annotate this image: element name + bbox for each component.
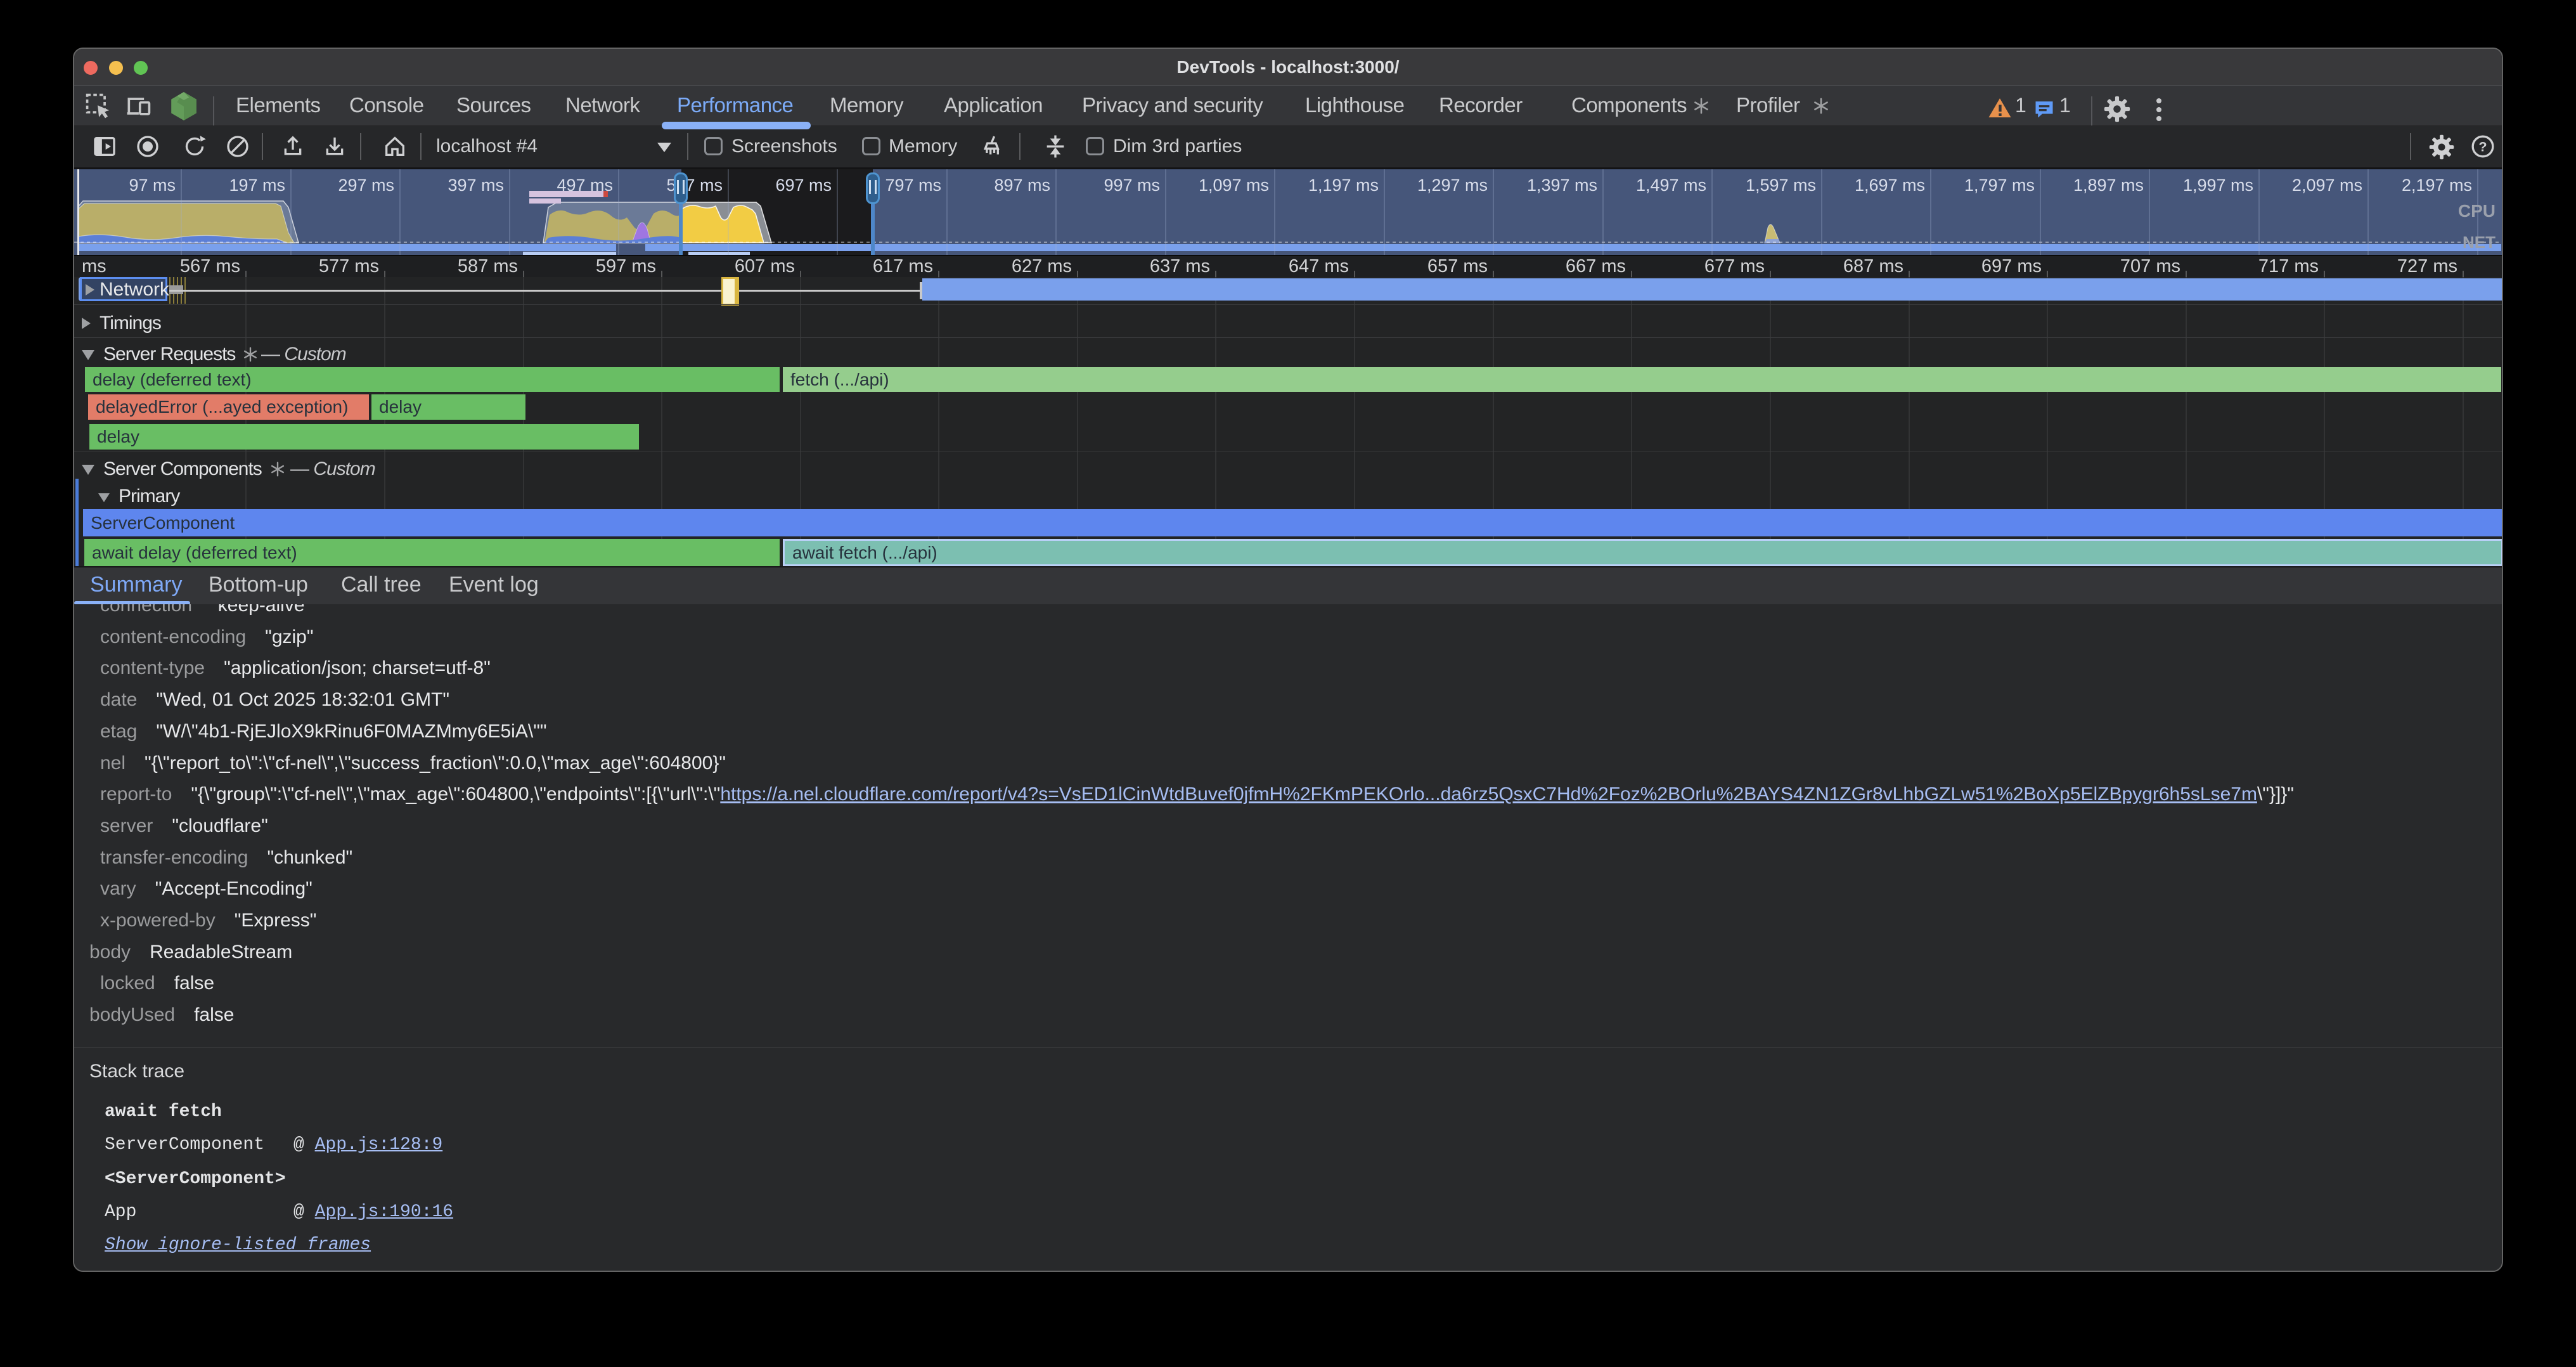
- svg-text:?: ?: [2478, 139, 2487, 155]
